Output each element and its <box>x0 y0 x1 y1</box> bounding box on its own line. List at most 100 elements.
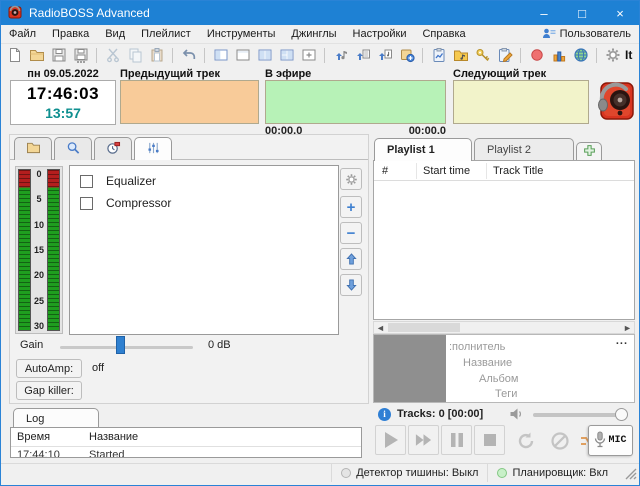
insert-list-icon[interactable] <box>353 46 372 64</box>
autoamp-button[interactable]: AutoAmp: <box>16 359 82 378</box>
history-clock-icon <box>106 141 121 158</box>
equalizer-checkbox[interactable] <box>80 175 93 188</box>
move-effect-down-button[interactable] <box>340 274 362 296</box>
move-effect-up-button[interactable] <box>340 248 362 270</box>
menu-help[interactable]: Справка <box>422 28 465 40</box>
add-effect-button[interactable]: + <box>340 196 362 218</box>
block-icon[interactable] <box>547 428 573 454</box>
menu-file[interactable]: Файл <box>9 28 36 40</box>
menu-edit[interactable]: Правка <box>52 28 89 40</box>
effect-row-compressor[interactable]: Compressor <box>70 192 338 214</box>
add-playlist-tab-button[interactable] <box>576 142 602 161</box>
save-icon[interactable] <box>49 46 68 64</box>
status-bar: Детектор тишины: Выкл Планировщик: Вкл <box>1 463 639 482</box>
pause-button[interactable] <box>441 425 472 455</box>
log-tab[interactable]: Log <box>13 408 99 428</box>
menu-jingles[interactable]: Джинглы <box>291 28 336 40</box>
effect-row-equalizer[interactable]: Equalizer <box>70 170 338 192</box>
more-button[interactable]: ... <box>616 335 628 347</box>
save-as-icon[interactable] <box>71 46 90 64</box>
tab-playlist-1[interactable]: Playlist 1 <box>374 138 472 161</box>
copy-icon[interactable] <box>125 46 144 64</box>
cut-icon[interactable] <box>103 46 122 64</box>
language-label[interactable]: It <box>625 48 632 62</box>
scheduler-indicator-icon <box>497 468 507 478</box>
tab-files[interactable] <box>14 137 52 160</box>
layout-blank-icon[interactable] <box>233 46 252 64</box>
layout-grid-icon[interactable] <box>277 46 296 64</box>
log-table[interactable]: Время Название 17:44:10 Started <box>10 427 362 458</box>
scroll-right-arrow[interactable]: ► <box>621 322 634 333</box>
horizontal-scrollbar[interactable]: ◄ ► <box>373 321 635 334</box>
maximize-button[interactable]: □ <box>563 1 601 25</box>
app-window: RadioBOSS Advanced – □ × Файл Правка Вид… <box>0 0 640 486</box>
tab-playlist-2[interactable]: Playlist 2 <box>474 138 574 161</box>
internet-icon[interactable] <box>571 46 590 64</box>
volume-slider-track[interactable] <box>533 413 621 417</box>
gain-slider-track[interactable] <box>60 346 193 349</box>
tab-history[interactable] <box>94 137 132 160</box>
statistics-icon[interactable] <box>549 46 568 64</box>
on-air-label: В эфире <box>265 68 311 80</box>
resize-grip[interactable] <box>625 468 637 483</box>
silence-detector-status[interactable]: Детектор тишины: Выкл <box>331 464 487 482</box>
layout-single-icon[interactable] <box>211 46 230 64</box>
menu-view[interactable]: Вид <box>105 28 125 40</box>
speaker-icon[interactable] <box>509 407 525 424</box>
col-start-time[interactable]: Start time <box>423 165 470 177</box>
scheduler-status[interactable]: Планировщик: Вкл <box>487 464 617 482</box>
stop-button[interactable] <box>474 425 505 455</box>
playlist-table[interactable]: # Start time Track Title <box>373 160 635 320</box>
scroll-left-arrow[interactable]: ◄ <box>374 322 387 333</box>
log-col-time[interactable]: Время <box>17 431 50 443</box>
col-track-title[interactable]: Track Title <box>493 165 543 177</box>
tags-label: Теги <box>495 388 517 400</box>
tab-effects[interactable] <box>134 137 172 160</box>
undo-icon[interactable] <box>179 46 198 64</box>
new-playlist-tab-icon[interactable] <box>397 46 416 64</box>
compressor-checkbox[interactable] <box>80 197 93 210</box>
autoamp-value: off <box>92 362 104 374</box>
edit-tags-icon[interactable] <box>495 46 514 64</box>
music-library-icon[interactable] <box>451 46 470 64</box>
insert-track-icon[interactable] <box>331 46 350 64</box>
toolbar: It <box>1 44 639 66</box>
mic-label: MIC <box>608 435 626 446</box>
record-icon[interactable] <box>527 46 546 64</box>
minimize-button[interactable]: – <box>525 1 563 25</box>
log-col-title[interactable]: Название <box>89 431 138 443</box>
license-key-icon[interactable] <box>473 46 492 64</box>
tracks-count: Tracks: 0 [00:00] <box>397 408 483 420</box>
log-panel: Log Время Название 17:44:10 Started <box>9 408 369 458</box>
layout-columns-icon[interactable] <box>255 46 274 64</box>
effects-settings-button[interactable] <box>340 168 362 190</box>
menu-tools[interactable]: Инструменты <box>207 28 276 40</box>
report-icon[interactable] <box>429 46 448 64</box>
play-button[interactable] <box>375 425 406 455</box>
countdown-time: 13:57 <box>11 105 115 121</box>
remove-effect-button[interactable]: − <box>340 222 362 244</box>
close-button[interactable]: × <box>601 1 639 25</box>
menu-settings[interactable]: Настройки <box>353 28 407 40</box>
col-number[interactable]: # <box>382 165 388 177</box>
info-icon: i <box>378 408 391 421</box>
settings-gear-icon[interactable] <box>603 46 622 64</box>
tab-search[interactable] <box>54 137 92 160</box>
mic-button[interactable]: MIC <box>588 425 633 456</box>
volume-slider-thumb[interactable] <box>615 408 628 421</box>
repeat-icon[interactable] <box>513 428 539 454</box>
paste-icon[interactable] <box>147 46 166 64</box>
gain-slider-thumb[interactable] <box>116 336 125 354</box>
open-folder-icon[interactable] <box>27 46 46 64</box>
vu-meter-scale: 051015202530 <box>31 169 46 331</box>
menu-playlist[interactable]: Плейлист <box>141 28 191 40</box>
new-file-icon[interactable] <box>5 46 24 64</box>
next-track-box <box>453 80 589 124</box>
artist-label: :полнитель <box>449 341 505 353</box>
next-button[interactable] <box>408 425 439 455</box>
insert-list-music-icon[interactable] <box>375 46 394 64</box>
user-menu[interactable]: Пользователь <box>542 27 631 42</box>
gap-killer-button[interactable]: Gap killer: <box>16 381 82 400</box>
layout-add-icon[interactable] <box>299 46 318 64</box>
scrollbar-thumb[interactable] <box>388 323 460 332</box>
